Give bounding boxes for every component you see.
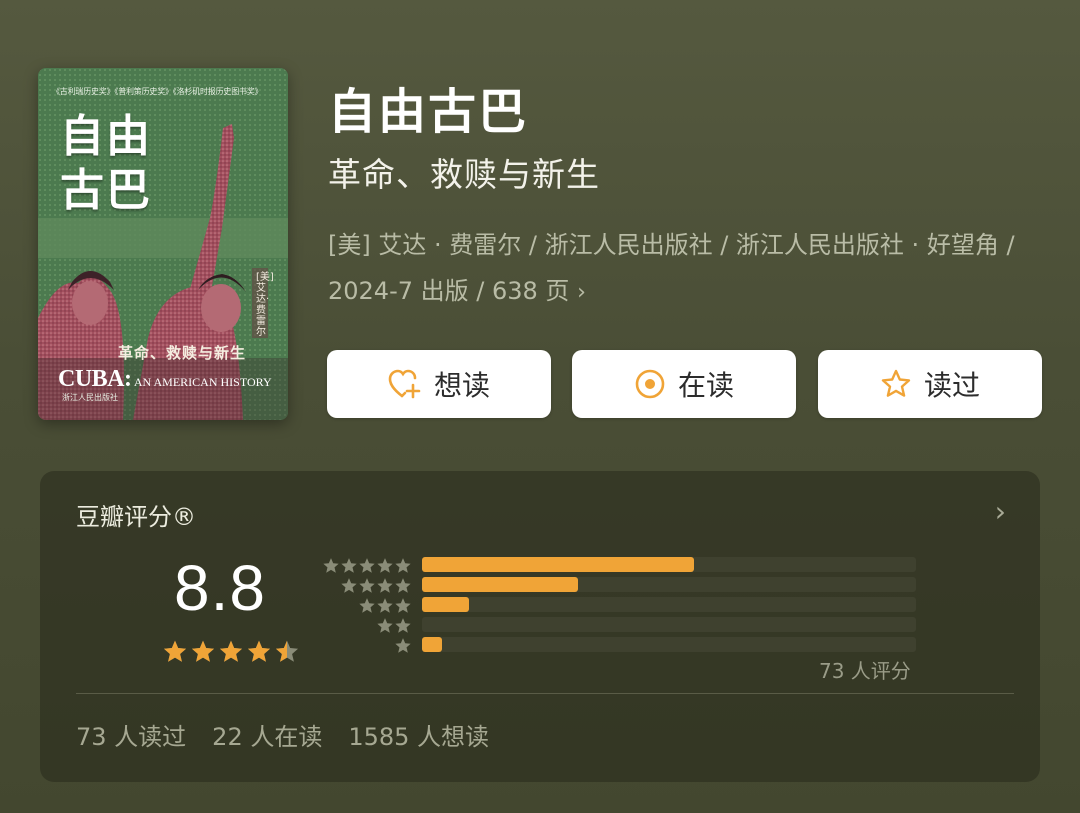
rating-bar-fill [422,557,694,572]
rating-title: 豆瓣评分® [76,503,196,531]
cover-series-text: 《古利瑞历史奖》《普利策历史奖》《洛杉矶时报历史图书奖》 [52,87,263,96]
rating-row-2 [322,615,922,635]
book-title: 自由古巴 [328,84,529,140]
cover-title-line2: 古巴 [60,165,152,216]
reading-label: 在读 [677,369,734,402]
rating-row-5 [322,555,922,575]
rating-row-1 [322,635,922,655]
rating-bar-fill [422,577,578,592]
star-icon [395,598,411,613]
stat-reading[interactable]: 22 人在读 [212,717,322,752]
rating-bar-track [422,637,916,652]
stat-want[interactable]: 1585 人想读 [348,717,489,752]
have-read-label: 读过 [923,369,980,402]
star-icon [395,578,411,593]
row-stars [376,617,412,635]
rating-bar-fill [422,597,469,612]
rating-bar-fill [422,637,442,652]
rating-star-icon [163,640,187,662]
star-icon [395,638,411,653]
cover-publisher: 浙江人民出版社 [62,393,118,402]
divider [76,693,1014,694]
rating-row-3 [322,595,922,615]
rating-bar-track [422,557,916,572]
want-to-read-label: 想读 [433,369,490,402]
star-icon [377,598,393,613]
target-icon [635,369,665,399]
rating-star-icon [275,640,299,662]
rating-count: 73 人评分 [819,659,911,683]
rating-distribution [322,555,922,655]
star-icon [341,578,357,593]
book-cover[interactable]: 《古利瑞历史奖》《普利策历史奖》《洛杉矶时报历史图书奖》 自由 古巴 [美] 艾… [38,68,288,420]
rating-row-4 [322,575,922,595]
book-subtitle: 革命、救赎与新生 [328,155,600,194]
rating-bar-track [422,577,916,592]
cover-english-title: CUBA: AN AMERICAN HISTORY [58,366,288,393]
book-meta[interactable]: [美] 艾达 · 费雷尔 / 浙江人民出版社 / 浙江人民出版社 · 好望角 /… [328,222,1028,316]
cover-subtitle: 革命、救赎与新生 [118,344,247,362]
row-stars [322,557,412,575]
reader-stats: 73 人读过 22 人在读 1585 人想读 [76,717,489,752]
star-icon [377,578,393,593]
have-read-button[interactable]: 读过 [818,350,1042,418]
star-icon [395,618,411,633]
rating-panel[interactable]: 豆瓣评分® › 8.8 73 人评分 73 人读过 22 人在读 1585 人想… [40,471,1040,782]
rating-star-icon [247,640,271,662]
star-icon [377,558,393,573]
rating-star-icon [191,640,215,662]
star-icon [359,598,375,613]
star-outline-icon [881,369,911,397]
cover-title-line1: 自由 [60,111,152,162]
cover-english-rest: AN AMERICAN HISTORY [131,375,272,389]
rating-bar-track [422,617,916,632]
book-meta-text: [美] 艾达 · 费雷尔 / 浙江人民出版社 / 浙江人民出版社 · 好望角 /… [328,231,1015,305]
want-to-read-button[interactable]: 想读 [327,350,551,418]
star-icon [341,558,357,573]
average-stars [162,639,300,665]
rating-star-icon [219,640,243,662]
row-stars [394,637,412,655]
rating-bar-track [422,597,916,612]
star-icon [395,558,411,573]
star-icon [359,558,375,573]
stat-read[interactable]: 73 人读过 [76,717,186,752]
star-icon [377,618,393,633]
heart-plus-icon [388,369,421,399]
reading-button[interactable]: 在读 [572,350,796,418]
cover-author: [美] 艾达·费雷尔 [256,272,274,338]
rating-score: 8.8 [174,552,266,624]
row-stars [358,597,412,615]
star-icon [359,578,375,593]
cover-title: 自由 古巴 [60,110,200,218]
star-icon [323,558,339,573]
chevron-right-icon: › [577,280,586,305]
chevron-right-icon[interactable]: › [995,495,1006,528]
row-stars [340,577,412,595]
cover-english-big: CUBA: [58,366,132,392]
